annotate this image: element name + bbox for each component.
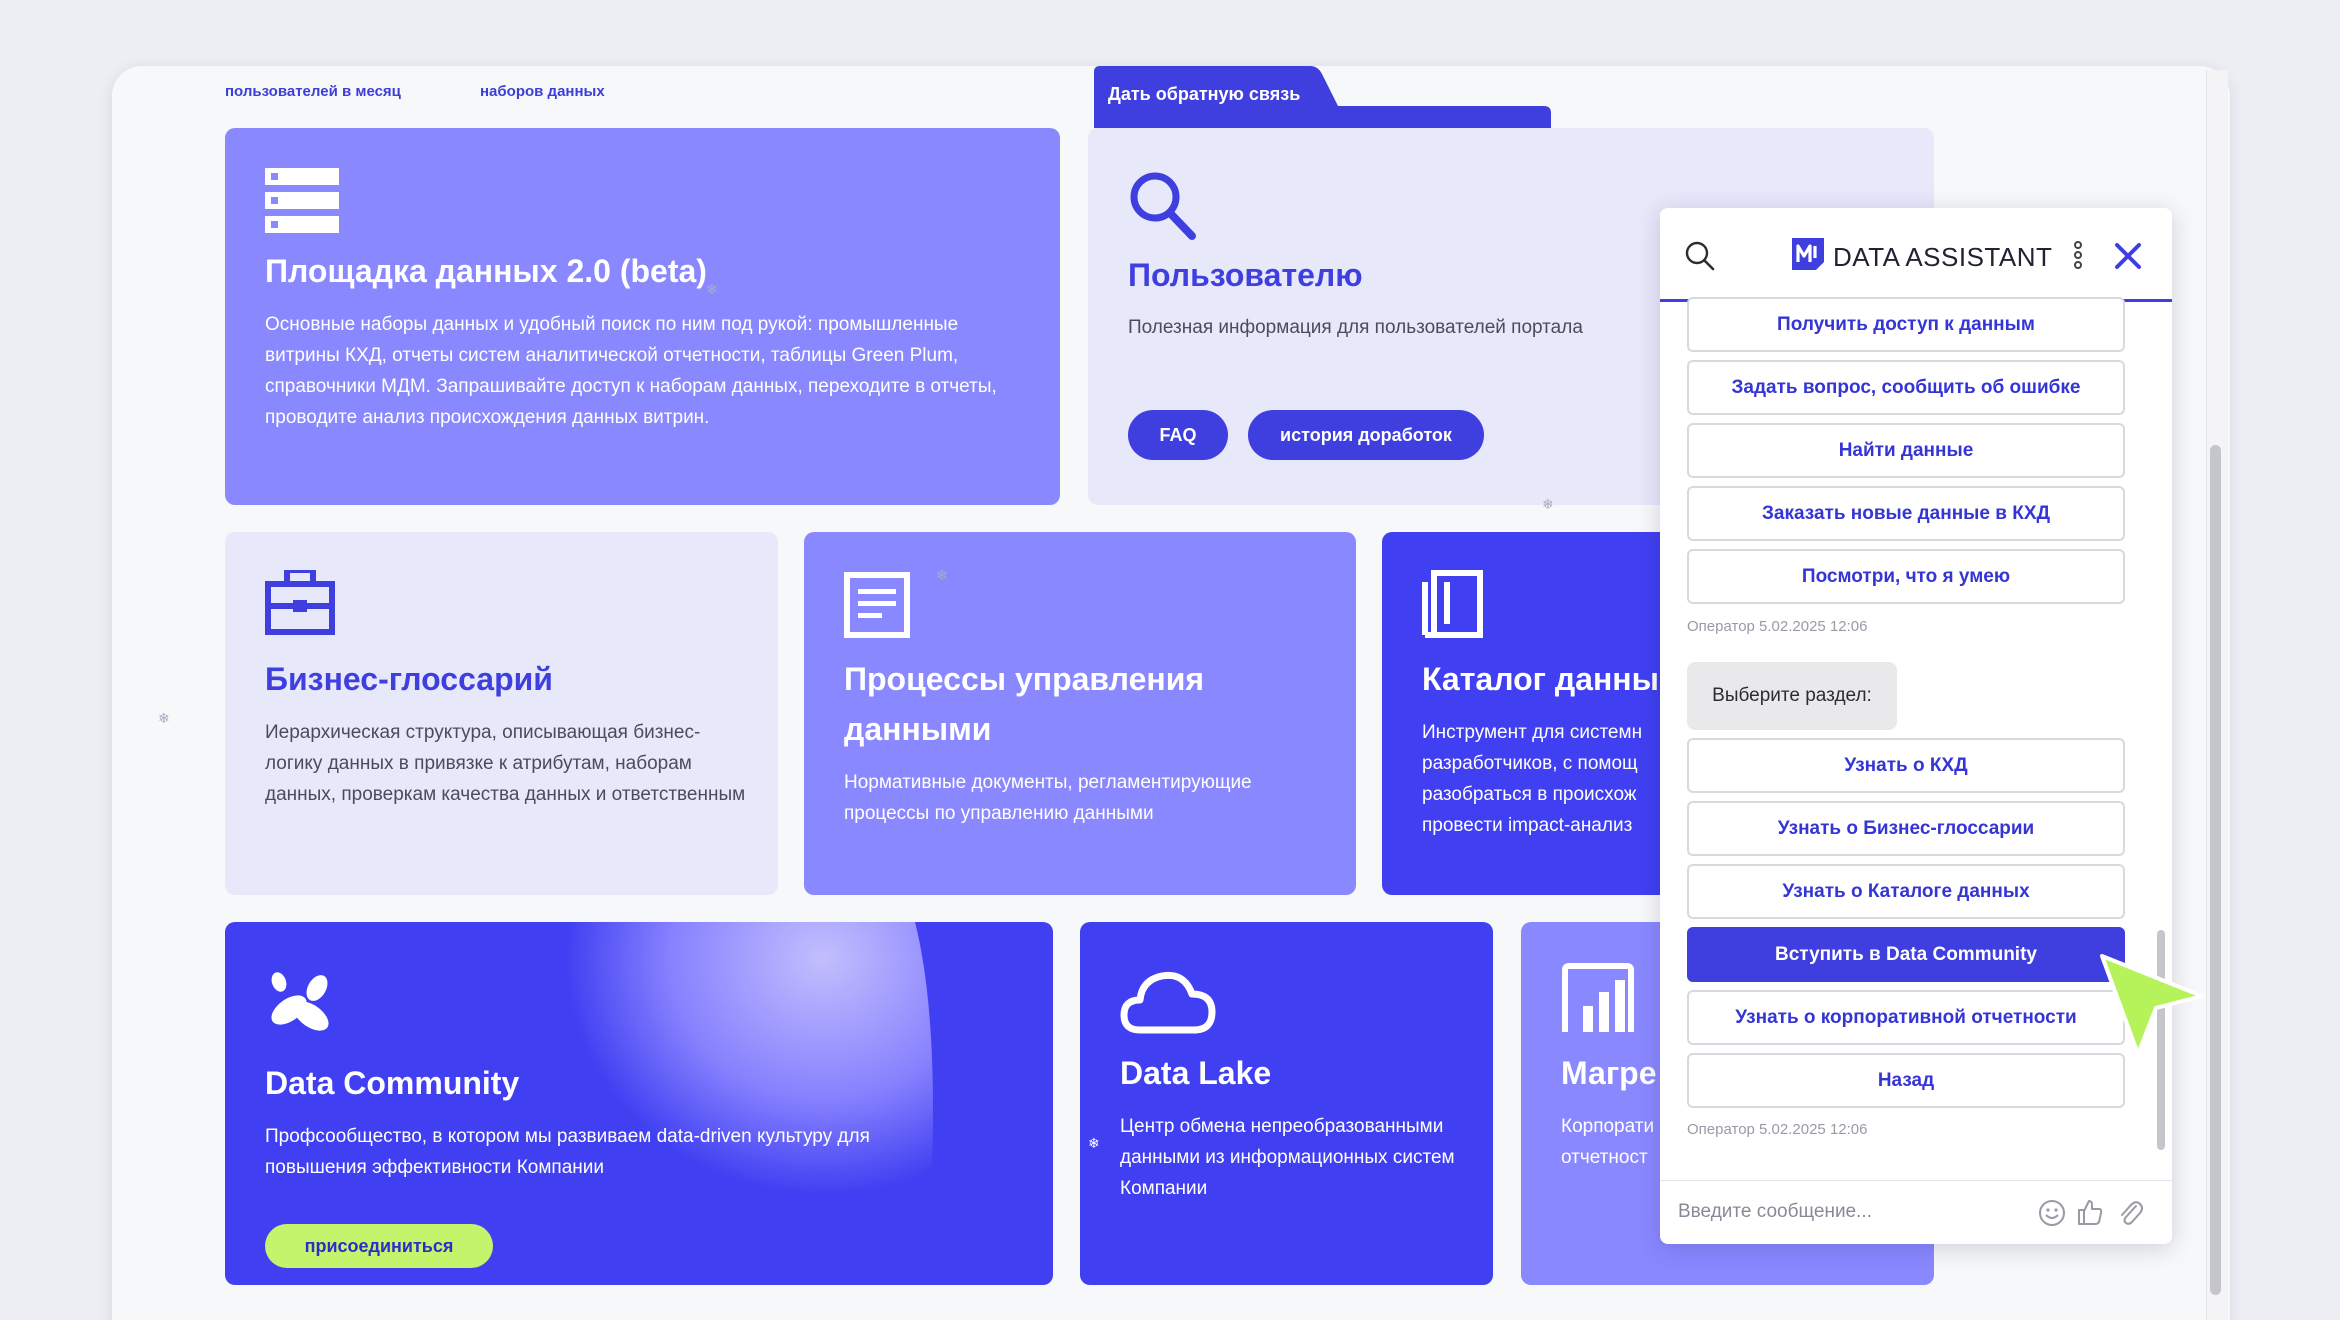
chat-option-capabilities[interactable]: Посмотри, что я умею [1687,549,2125,604]
thumbs-up-icon[interactable] [2076,1198,2104,1226]
card-business-glossary-title: Бизнес-глоссарий [265,661,553,697]
sparkle-decor: ❄ [1542,496,1554,512]
sparkle-decor: ❄ [1088,1135,1100,1151]
chat-header: DATA ASSISTANT [1660,208,2172,302]
chat-message-input[interactable] [1678,1197,2018,1227]
chat-title: DATA ASSISTANT [1833,242,2053,272]
more-vertical-icon[interactable] [2073,240,2083,270]
card-business-glossary-desc: Иерархическая структура, описывающая биз… [265,722,746,805]
chat-option-join-community[interactable]: Вступить в Data Community [1687,927,2125,982]
cloud-icon [1120,971,1216,1034]
document-icon [844,572,910,638]
page-scrollbar[interactable] [2206,70,2228,1320]
operator-meta: Оператор 5.02.2025 12:06 [1687,618,1868,635]
card-data-community[interactable]: Data Community Профсообщество, в котором… [225,922,1053,1285]
feedback-tab[interactable]: Дать обратную связь [1094,66,1551,128]
chat-search-icon[interactable] [1684,240,1716,272]
card-data-lake-title: Data Lake [1120,1055,1272,1091]
card-corporate-reporting-title: Магре [1561,1055,1657,1091]
chat-option-about-glossary[interactable]: Узнать о Бизнес-глоссарии [1687,801,2125,856]
card-data-processes[interactable]: Процессы управления данными Нормативные … [804,532,1356,895]
book-icon [1422,570,1483,638]
card-data-catalog-title: Каталог данны [1422,661,1659,697]
chat-option-get-access[interactable]: Получить доступ к данным [1687,297,2125,352]
community-logo-icon [271,972,329,1031]
card-data-platform[interactable]: Площадка данных 2.0 (beta) Основные набо… [225,128,1060,505]
history-button[interactable]: история доработок [1248,410,1484,460]
server-icon [265,168,339,233]
card-data-community-desc: Профсообщество, в котором мы развиваем d… [265,1126,870,1178]
feedback-tab-label: Дать обратную связь [1108,84,1301,104]
search-icon [1130,172,1196,240]
stat-datasets-label: наборов данных [480,83,605,100]
chat-option-about-khd[interactable]: Узнать о КХД [1687,738,2125,793]
chat-option-back[interactable]: Назад [1687,1053,2125,1108]
operator-message-bubble: Выберите раздел: [1687,662,1897,730]
card-user-title: Пользователю [1128,257,1363,293]
card-business-glossary[interactable]: Бизнес-глоссарий Иерархическая структура… [225,532,778,895]
page-scrollbar-thumb[interactable] [2210,445,2221,1295]
card-data-processes-title: Процессы управления данными [844,661,1205,747]
stat-users-label: пользователей в месяц [225,83,401,100]
chat-option-about-reporting[interactable]: Узнать о корпоративной отчетности [1687,990,2125,1045]
chat-option-ask-question[interactable]: Задать вопрос, сообщить об ошибке [1687,360,2125,415]
faq-button[interactable]: FAQ [1128,410,1228,460]
cursor-arrow-icon [2100,954,2204,1056]
paperclip-icon[interactable] [2116,1198,2144,1226]
sparkle-decor: ❄ [158,710,170,726]
card-data-catalog-desc: Инструмент для системн разработчиков, с … [1422,722,1643,836]
operator-meta: Оператор 5.02.2025 12:06 [1687,1121,1868,1138]
chat-footer [1660,1180,2172,1244]
card-data-platform-title: Площадка данных 2.0 (beta) [265,253,707,289]
briefcase-icon [265,570,335,635]
close-icon[interactable] [2114,242,2142,270]
bar-chart-icon [1562,963,1634,1032]
chat-option-order-data[interactable]: Заказать новые данные в КХД [1687,486,2125,541]
join-community-button[interactable]: присоединиться [265,1224,493,1268]
chat-option-find-data[interactable]: Найти данные [1687,423,2125,478]
data-assistant-chat: DATA ASSISTANT Получить доступ к данным … [1660,208,2172,1244]
card-data-processes-desc: Нормативные документы, регламентирующие … [844,772,1252,824]
card-data-community-title: Data Community [265,1065,520,1101]
sparkle-decor: ❄ [706,281,718,297]
sparkle-decor: ❄ [936,567,948,583]
chat-option-about-catalog[interactable]: Узнать о Каталоге данных [1687,864,2125,919]
card-data-lake[interactable]: Data Lake Центр обмена непреобразованным… [1080,922,1493,1285]
card-data-platform-desc: Основные наборы данных и удобный поиск п… [265,314,997,428]
smile-icon[interactable] [2038,1199,2066,1227]
card-data-lake-desc: Центр обмена непреобразованными данными … [1120,1116,1455,1199]
assistant-logo-icon [1792,238,1824,270]
